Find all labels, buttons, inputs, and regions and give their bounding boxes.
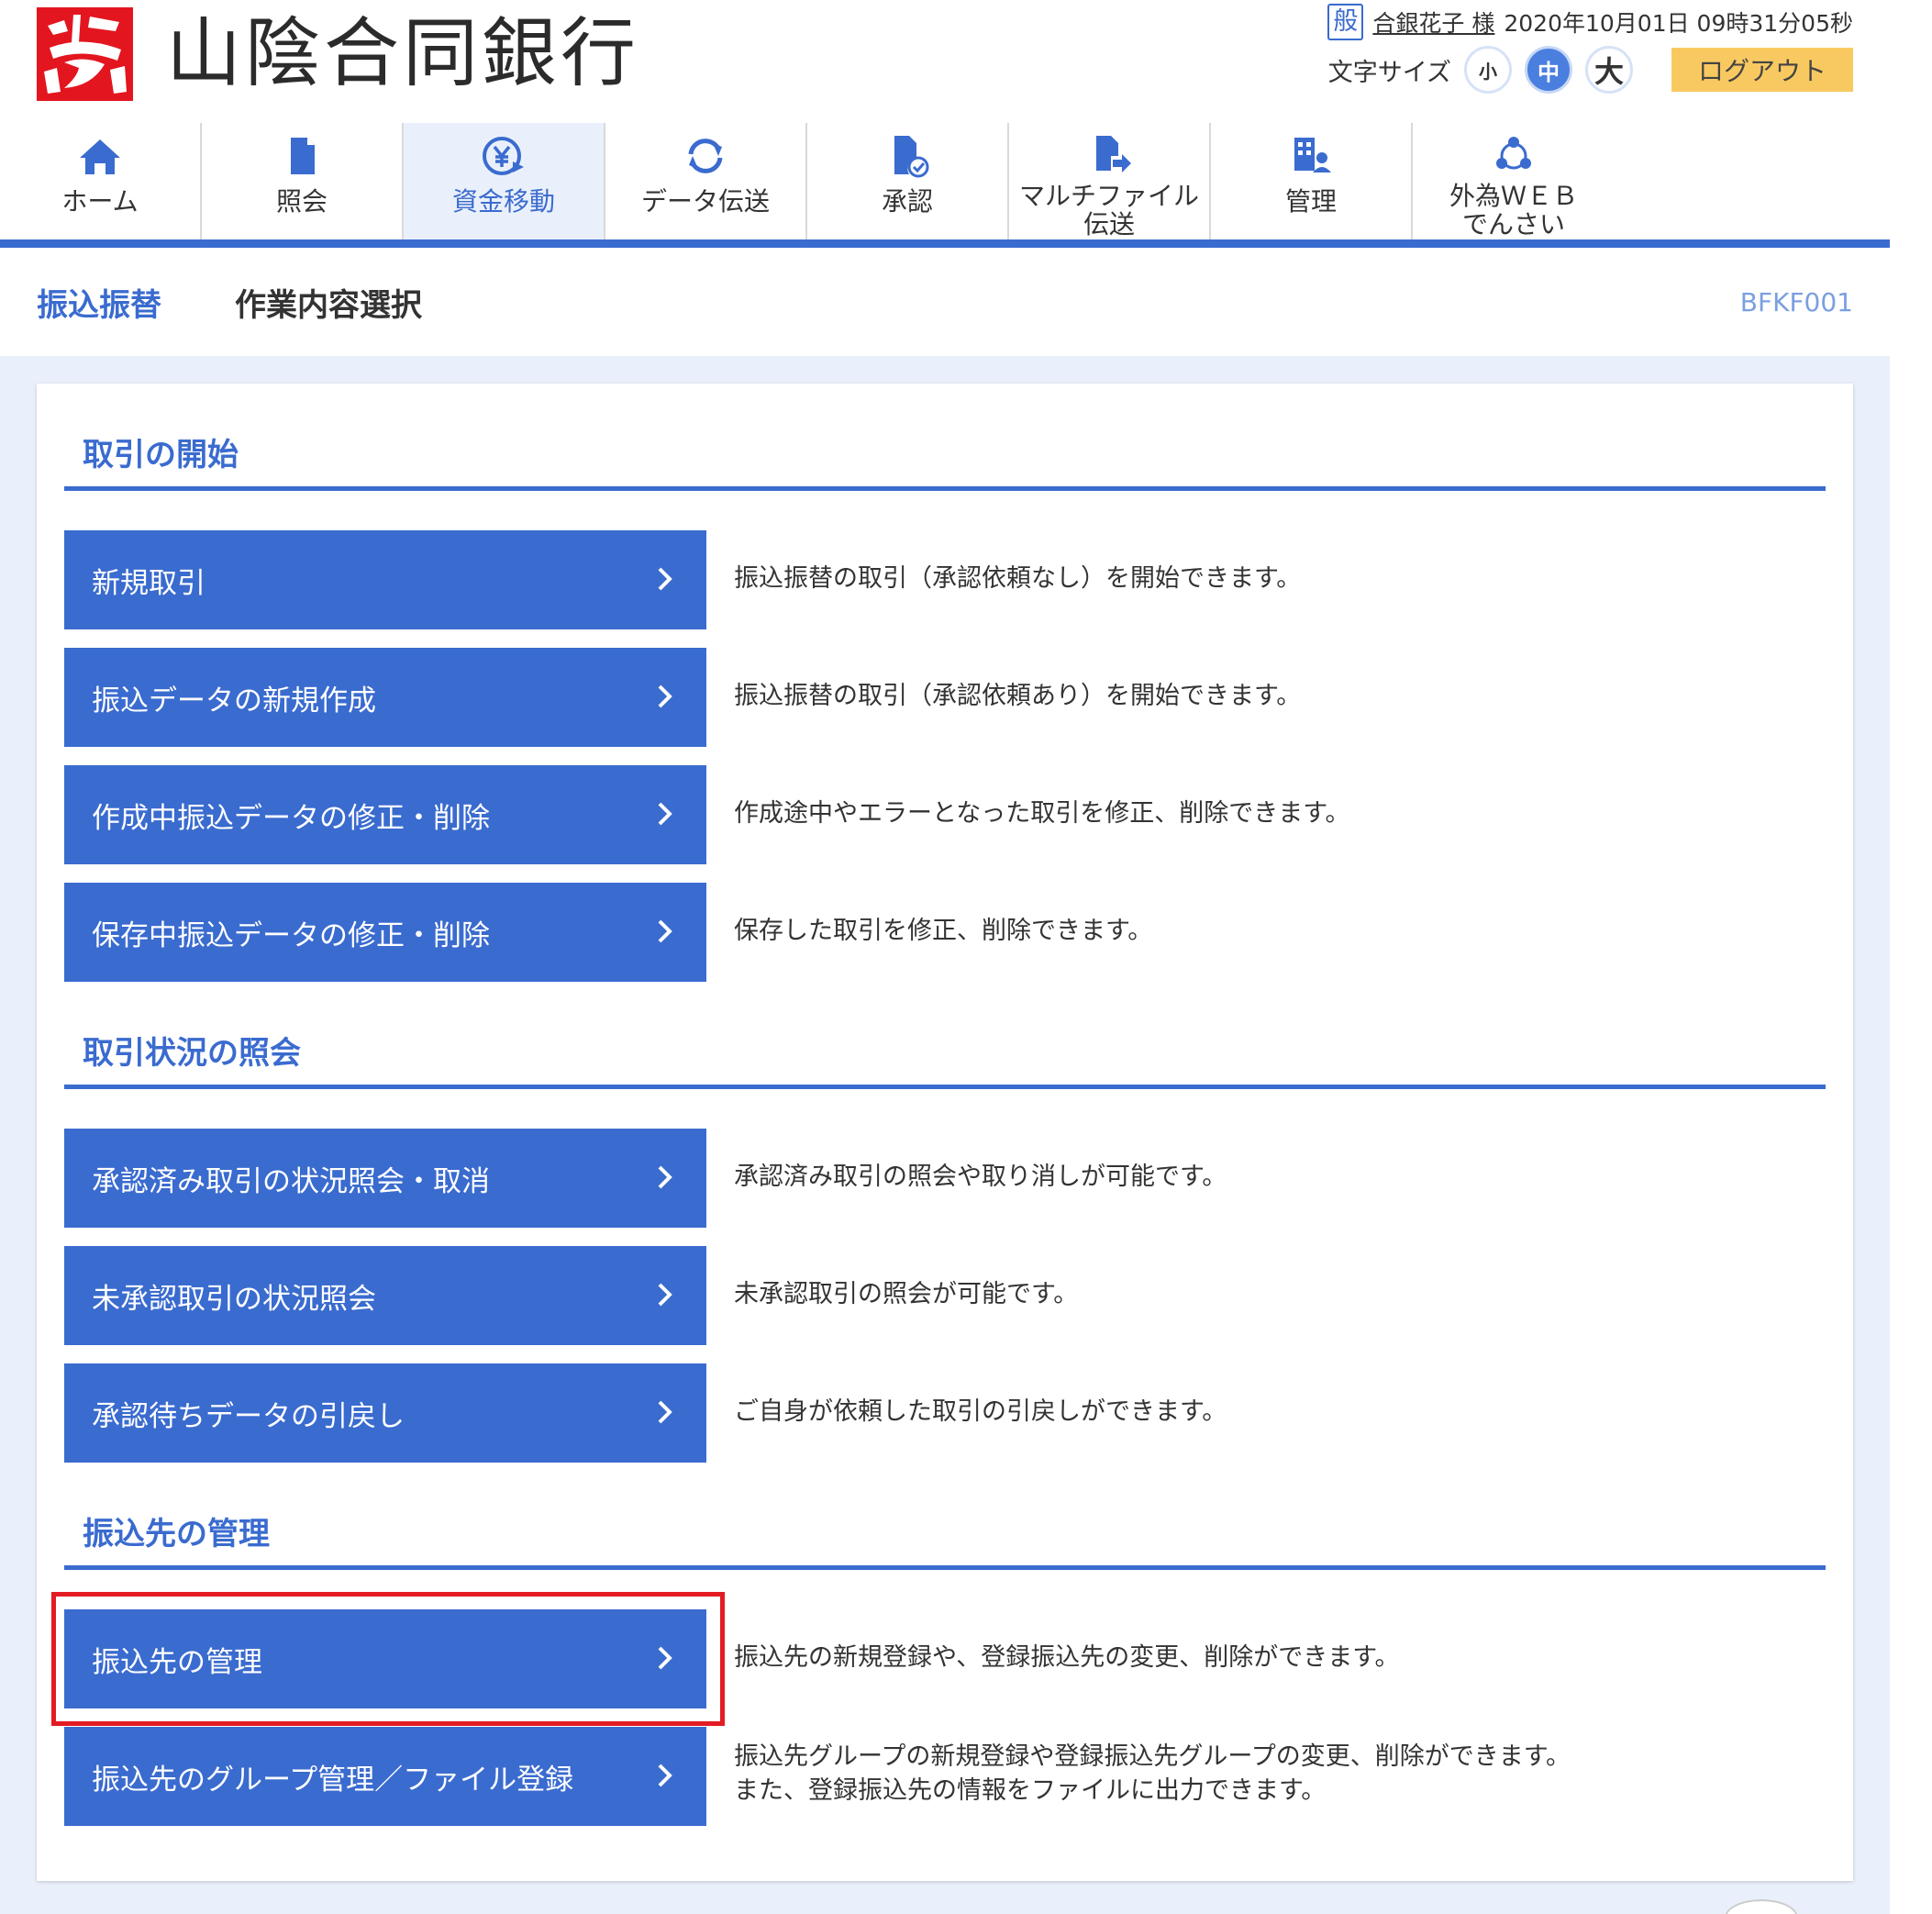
user-name-link[interactable]: 合銀花子 様 [1372,6,1494,39]
nav-item-management[interactable]: 管理 [1211,123,1413,239]
button-label: 保存中振込データの修正・削除 [92,918,490,952]
action-description: 作成途中やエラーとなった取引を修正、削除できます。 [734,799,1350,828]
font-size-label: 文字サイズ [1327,58,1451,87]
font-size-small-button[interactable]: 小 [1464,46,1512,94]
button-label: 未承認取引の状況照会 [92,1282,376,1316]
content-card: 取引の開始 新規取引 振込振替の取引（承認依頼なし）を開始できます。 振込データ… [37,384,1853,1881]
nav-label: マルチファイル 伝送 [1019,182,1199,239]
nav-label: 外為ＷＥＢ でんさい [1449,182,1578,239]
section-divider [64,1085,1826,1089]
nav-label-line2: 伝送 [1083,209,1135,239]
nav-item-multi-file-transmission[interactable]: マルチファイル 伝送 [1009,123,1211,239]
action-description: 承認済み取引の照会や取り消しが可能です。 [734,1163,1227,1191]
nav-label: 管理 [1284,186,1337,217]
section-title-status: 取引状況の照会 [83,1035,301,1072]
page-title-bar: 振込振替 作業内容選択 BFKF001 [0,248,1890,356]
nav-item-fund-transfer[interactable]: 資金移動 [404,123,605,239]
window-edge [1890,0,1932,1914]
button-label: 承認待ちデータの引戻し [92,1399,405,1433]
chevron-right-icon [658,1400,672,1424]
description-line1: 振込先グループの新規登録や登録振込先グループの変更、削除ができます。 [734,1742,1571,1771]
section-title-payee-management: 振込先の管理 [83,1516,270,1552]
bank-name: 山陰合同銀行 [166,10,640,97]
document-icon [291,138,315,174]
action-description: 未承認取引の照会が可能です。 [734,1280,1079,1308]
button-label: 作成中振込データの修正・削除 [92,801,490,835]
font-size-controls: 文字サイズ 小 中 大 ログアウト [1328,46,1853,94]
chevron-right-icon [658,684,672,708]
font-size-large-button[interactable]: 大 [1585,46,1633,94]
nav-label-line1: 外為ＷＥＢ [1449,181,1578,211]
nav-label: ホーム [61,186,139,217]
payee-group-file-registration-button[interactable]: 振込先のグループ管理／ファイル登録 [64,1727,706,1826]
payee-management-button[interactable]: 振込先の管理 [64,1609,706,1708]
page-subtitle: 作業内容選択 [235,286,422,324]
action-description: 振込振替の取引（承認依頼あり）を開始できます。 [734,682,1302,710]
action-description: 振込先グループの新規登録や登録振込先グループの変更、削除ができます。 また、登録… [734,1740,1571,1808]
building-user-icon [1294,138,1331,172]
new-transaction-button[interactable]: 新規取引 [64,530,706,629]
button-label: 新規取引 [92,566,205,600]
section-divider [64,1565,1826,1570]
bank-logo-mark-icon [37,7,133,101]
description-line2: また、登録振込先の情報をファイルに出力できます。 [734,1776,1327,1805]
chevron-right-icon [658,802,672,826]
nav-item-fx-web-densai[interactable]: 外為ＷＥＢ でんさい [1413,123,1615,239]
font-size-medium-button[interactable]: 中 [1525,46,1572,94]
screen-id: BFKF001 [1739,286,1853,317]
nav-item-data-transmission[interactable]: データ伝送 [605,123,807,239]
header: 山陰合同銀行 般 合銀花子 様 2020年10月01日 09時31分05秒 文字… [0,0,1890,123]
global-nav: ホーム 照会 資金移動 データ伝送 承認 マルチファイル 伝送 管理 外為ＷＥＢ… [0,123,1890,248]
action-description: 振込先の新規登録や、登録振込先の変更、削除ができます。 [734,1643,1400,1672]
section-divider [64,486,1826,491]
home-icon [80,139,120,174]
nav-label-line1: マルチファイル [1018,181,1199,211]
action-description: ご自身が依頼した取引の引戻しができます。 [734,1397,1227,1426]
action-description: 振込振替の取引（承認依頼なし）を開始できます。 [734,564,1302,593]
nav-label: 承認 [881,186,933,217]
chevron-right-icon [658,1165,672,1189]
yen-transfer-icon [483,137,524,175]
recall-pending-data-button[interactable]: 承認待ちデータの引戻し [64,1363,706,1463]
sync-icon [688,139,723,173]
logout-button[interactable]: ログアウト [1671,48,1853,92]
bank-logo[interactable]: 山陰合同銀行 [37,7,639,101]
chevron-right-icon [658,919,672,943]
login-datetime: 2020年10月01日 09時31分05秒 [1504,10,1853,37]
edit-draft-transfer-button[interactable]: 作成中振込データの修正・削除 [64,765,706,864]
page-title: 振込振替 [37,286,161,324]
chevron-right-icon [658,1646,672,1670]
nav-label-line2: でんさい [1461,209,1565,239]
approved-transaction-status-button[interactable]: 承認済み取引の状況照会・取消 [64,1129,706,1228]
action-description: 保存した取引を修正、削除できます。 [734,917,1153,945]
user-type-badge: 般 [1327,4,1364,40]
approve-document-icon [894,136,929,178]
create-transfer-data-button[interactable]: 振込データの新規作成 [64,648,706,747]
button-label: 振込先の管理 [92,1645,262,1679]
edit-saved-transfer-button[interactable]: 保存中振込データの修正・削除 [64,883,706,982]
file-upload-icon [1096,136,1131,172]
chevron-right-icon [658,567,672,591]
nav-item-inquiry[interactable]: 照会 [202,123,404,239]
chevron-right-icon [658,1283,672,1307]
user-info: 般 合銀花子 様 2020年10月01日 09時31分05秒 [1327,4,1853,40]
network-icon [1496,137,1531,170]
chevron-right-icon [658,1764,672,1787]
nav-label: 資金移動 [451,186,555,217]
button-label: 振込データの新規作成 [92,684,376,718]
unapproved-transaction-status-button[interactable]: 未承認取引の状況照会 [64,1246,706,1345]
nav-item-home[interactable]: ホーム [0,123,202,239]
nav-label: データ伝送 [640,186,770,217]
section-title-start: 取引の開始 [83,437,239,473]
button-label: 承認済み取引の状況照会・取消 [92,1164,490,1198]
nav-label: 照会 [275,186,328,217]
button-label: 振込先のグループ管理／ファイル登録 [92,1763,574,1797]
nav-item-approval[interactable]: 承認 [807,123,1009,239]
